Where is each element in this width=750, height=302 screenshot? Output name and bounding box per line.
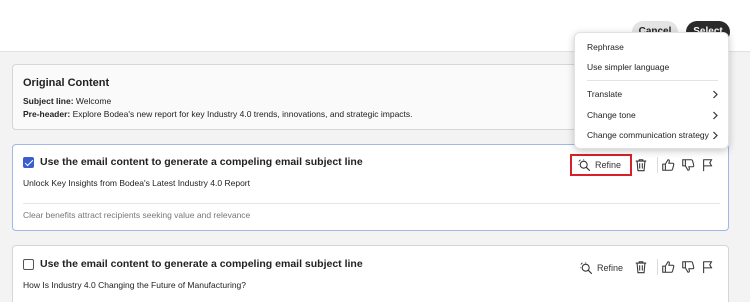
suggestion-text: Unlock Key Insights from Bodea's Latest … [23, 178, 250, 188]
menu-item-translate[interactable]: Translate [587, 89, 719, 99]
preheader-value: Explore Bodea's new report for key Indus… [72, 109, 413, 119]
refine-icon [578, 158, 591, 171]
menu-item-label: Change tone [587, 110, 636, 120]
original-content-title: Original Content [23, 77, 110, 89]
menu-item-simpler-language[interactable]: Use simpler language [587, 62, 719, 72]
subject-line-value: Welcome [75, 96, 112, 106]
refine-button[interactable]: Refine [574, 257, 630, 279]
menu-item-change-tone[interactable]: Change tone [587, 110, 719, 120]
refine-menu: Rephrase Use simpler language Translate … [574, 32, 729, 149]
suggestion-checkbox[interactable] [23, 259, 34, 270]
flag-icon[interactable] [701, 260, 715, 274]
refine-label: Refine [595, 160, 622, 170]
menu-item-label: Change communication strategy [587, 130, 709, 140]
trash-icon[interactable] [634, 158, 648, 172]
trash-icon[interactable] [634, 260, 648, 274]
suggestion-checkbox[interactable] [23, 157, 34, 168]
menu-item-label: Translate [587, 89, 623, 99]
separator [657, 259, 658, 275]
menu-separator [587, 80, 718, 81]
thumbs-down-icon[interactable] [681, 260, 695, 274]
refine-button[interactable]: Refine [570, 154, 632, 176]
chevron-right-icon [713, 111, 718, 119]
refine-icon [580, 261, 593, 274]
suggestion-card[interactable]: Use the email content to generate a comp… [12, 245, 729, 302]
subject-line-row: Subject line: Welcome [23, 96, 111, 106]
preheader-key: Pre-header: [23, 109, 71, 119]
thumbs-up-icon[interactable] [661, 158, 675, 172]
subject-line-key: Subject line: [23, 96, 74, 106]
thumbs-up-icon[interactable] [661, 260, 675, 274]
menu-item-label: Use simpler language [587, 62, 670, 72]
refine-label: Refine [597, 263, 624, 273]
menu-item-change-communication-strategy[interactable]: Change communication strategy [587, 130, 719, 140]
suggestion-text: How Is Industry 4.0 Changing the Future … [23, 280, 247, 290]
preheader-row: Pre-header: Explore Bodea's new report f… [23, 109, 413, 119]
suggestion-prompt: Use the email content to generate a comp… [40, 156, 363, 168]
suggestion-card[interactable]: Use the email content to generate a comp… [12, 144, 729, 231]
flag-icon[interactable] [701, 158, 715, 172]
divider [23, 203, 720, 204]
menu-item-label: Rephrase [587, 42, 624, 52]
menu-item-rephrase[interactable]: Rephrase [587, 42, 719, 52]
chevron-right-icon [713, 90, 718, 98]
suggestion-prompt: Use the email content to generate a comp… [40, 258, 363, 270]
thumbs-down-icon[interactable] [681, 158, 695, 172]
suggestion-reason: Clear benefits attract recipients seekin… [23, 210, 251, 220]
separator [657, 157, 658, 173]
chevron-right-icon [713, 131, 718, 139]
